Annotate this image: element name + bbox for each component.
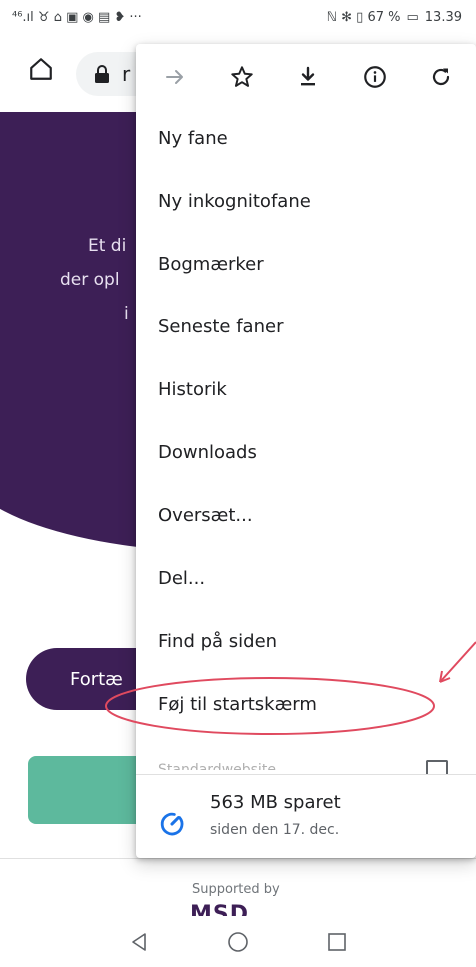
- notification-icons: ⁴⁶.ıl ♉ ⌂ ▣ ◉ ▤ ❥ ···: [12, 9, 142, 25]
- forward-button[interactable]: [160, 62, 190, 92]
- back-button[interactable]: [119, 922, 159, 962]
- supported-by-text: Supported by: [192, 882, 280, 897]
- clock: 13.39: [424, 9, 462, 25]
- menu-item-add-to-home-screen[interactable]: Føj til startskærm: [158, 694, 317, 715]
- status-left-icons: ⁴⁶.ıl ♉ ⌂ ▣ ◉ ▤ ❥ ···: [12, 11, 142, 24]
- battery-icon: ▭: [406, 9, 419, 25]
- menu-item-downloads[interactable]: Downloads: [158, 442, 257, 463]
- download-icon: [301, 66, 315, 86]
- recents-button[interactable]: [317, 922, 357, 962]
- menu-icon-row: [136, 44, 476, 110]
- hero-text-line-3: i: [124, 304, 129, 324]
- data-saver-icon: [160, 812, 184, 836]
- menu-item-history[interactable]: Historik: [158, 379, 227, 400]
- menu-item-bookmarks[interactable]: Bogmærker: [158, 254, 264, 275]
- data-saver-title[interactable]: 563 MB sparet: [210, 792, 341, 813]
- home-nav-button[interactable]: [218, 922, 258, 962]
- bookmark-button[interactable]: [227, 62, 257, 92]
- navigation-bar: [0, 916, 476, 967]
- circle-home-icon: [228, 931, 248, 952]
- download-button[interactable]: [293, 62, 323, 92]
- menu-item-find-in-page[interactable]: Find på siden: [158, 631, 277, 652]
- desktop-site-checkbox[interactable]: [426, 760, 448, 774]
- menu-item-translate[interactable]: Oversæt...: [158, 505, 253, 526]
- back-icon: [132, 932, 147, 951]
- lock-icon: [95, 65, 109, 83]
- overflow-menu: Ny fane Ny inkognitofane Bogmærker Senes…: [136, 44, 476, 858]
- status-bar: ⁴⁶.ıl ♉ ⌂ ▣ ◉ ▤ ❥ ··· ℕ ✻ ▯ 67 % ▭ 13.39: [0, 0, 476, 34]
- star-icon: [230, 66, 253, 87]
- reload-button[interactable]: [426, 62, 456, 92]
- home-button[interactable]: [24, 52, 58, 86]
- data-saver-subtitle: siden den 17. dec.: [210, 822, 340, 838]
- square-recents-icon: [327, 932, 346, 951]
- menu-divider: [136, 774, 476, 775]
- status-right: ℕ ✻ ▯ 67 % ▭ 13.39: [327, 10, 462, 25]
- refresh-icon: [432, 68, 450, 86]
- menu-item-recent-tabs[interactable]: Seneste faner: [158, 316, 283, 337]
- menu-item-new-tab[interactable]: Ny fane: [158, 128, 228, 149]
- continue-button-label: Fortæ: [70, 668, 123, 690]
- page-info-button[interactable]: [360, 62, 390, 92]
- hero-text-line-2: der opl: [60, 270, 120, 290]
- info-icon: [363, 66, 386, 88]
- menu-item-new-incognito-tab[interactable]: Ny inkognitofane: [158, 191, 311, 212]
- system-status-text: ℕ ✻ ▯ 67 %: [326, 9, 401, 25]
- url-text: r: [122, 62, 131, 86]
- hero-text-line-1: Et di: [88, 236, 127, 256]
- menu-item-desktop-site[interactable]: Standardwebsite: [158, 762, 276, 770]
- menu-item-share[interactable]: Del...: [158, 568, 205, 589]
- forward-icon: [166, 70, 183, 84]
- home-icon: [30, 58, 52, 80]
- sponsor-logo: MSD: [190, 904, 278, 916]
- page-divider: [0, 858, 476, 859]
